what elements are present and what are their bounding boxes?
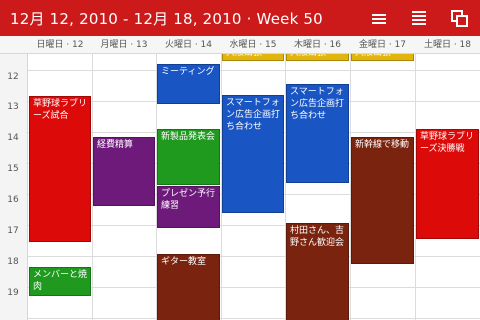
hour-label: 19 bbox=[7, 288, 19, 298]
day-label-sun[interactable]: 日曜日 · 12 bbox=[28, 36, 92, 54]
calendar-event[interactable]: メンバーと焼肉 bbox=[29, 266, 91, 297]
time-gutter bbox=[0, 54, 28, 320]
calendar-event[interactable]: 大阪出張 bbox=[351, 54, 414, 61]
day-label-wed[interactable]: 水曜日 · 15 bbox=[221, 36, 285, 54]
agenda-icon[interactable] bbox=[408, 7, 430, 29]
hour-label: 15 bbox=[7, 164, 19, 174]
hour-line bbox=[28, 287, 480, 288]
top-bar: 12月 12, 2010 - 12月 18, 2010 · Week 50 bbox=[0, 0, 480, 36]
week-title: 12月 12, 2010 - 12月 18, 2010 · Week 50 bbox=[10, 10, 323, 28]
calendar-event[interactable]: 新製品発表会 bbox=[157, 128, 220, 185]
calendar-event[interactable]: 経費精算 bbox=[93, 136, 155, 207]
day-label-thu[interactable]: 木曜日 · 16 bbox=[285, 36, 350, 54]
copy-icon[interactable] bbox=[448, 7, 470, 29]
calendar-event[interactable]: ギター教室 bbox=[157, 254, 220, 320]
calendar-event[interactable]: スマートフォン広告企画打ち合わせ bbox=[222, 94, 284, 213]
calendar-event[interactable]: 新幹線で移動 bbox=[351, 136, 414, 264]
hour-label: 18 bbox=[7, 257, 19, 267]
calendar-event[interactable]: 草野球ラブリーズ試合 bbox=[29, 96, 91, 243]
hour-label: 12 bbox=[7, 72, 19, 82]
hour-line bbox=[28, 318, 480, 319]
list-icon[interactable] bbox=[368, 7, 390, 29]
calendar-event[interactable]: ミーティング bbox=[157, 63, 220, 105]
hour-label: 14 bbox=[7, 133, 19, 143]
calendar-event[interactable]: 村田さん、吉野さん歓迎会 bbox=[286, 223, 349, 320]
calendar-event[interactable]: スマートフォン広告企画打ち合わせ bbox=[286, 83, 349, 184]
day-label-fri[interactable]: 金曜日 · 17 bbox=[350, 36, 415, 54]
calendar-event[interactable]: 大阪出張 bbox=[286, 54, 349, 61]
day-label-tue[interactable]: 火曜日 · 14 bbox=[156, 36, 221, 54]
calendar-event[interactable]: プレゼン予行練習 bbox=[157, 186, 220, 229]
calendar-event[interactable]: 草野球ラブリーズ決勝戦 bbox=[416, 128, 479, 239]
hour-line bbox=[28, 70, 480, 71]
day-label-mon[interactable]: 月曜日 · 13 bbox=[92, 36, 156, 54]
day-label-sat[interactable]: 土曜日 · 18 bbox=[415, 36, 480, 54]
hour-label: 16 bbox=[7, 195, 19, 205]
week-grid[interactable]: 12 13 14 15 16 17 18 19 大阪出張大阪出張大阪出張草野球ラ… bbox=[0, 54, 480, 320]
calendar-event[interactable]: 大阪出張 bbox=[222, 54, 284, 61]
hour-label: 17 bbox=[7, 226, 19, 236]
hour-label: 13 bbox=[7, 102, 19, 112]
day-header: 日曜日 · 12 月曜日 · 13 火曜日 · 14 水曜日 · 15 木曜日 … bbox=[0, 36, 480, 54]
